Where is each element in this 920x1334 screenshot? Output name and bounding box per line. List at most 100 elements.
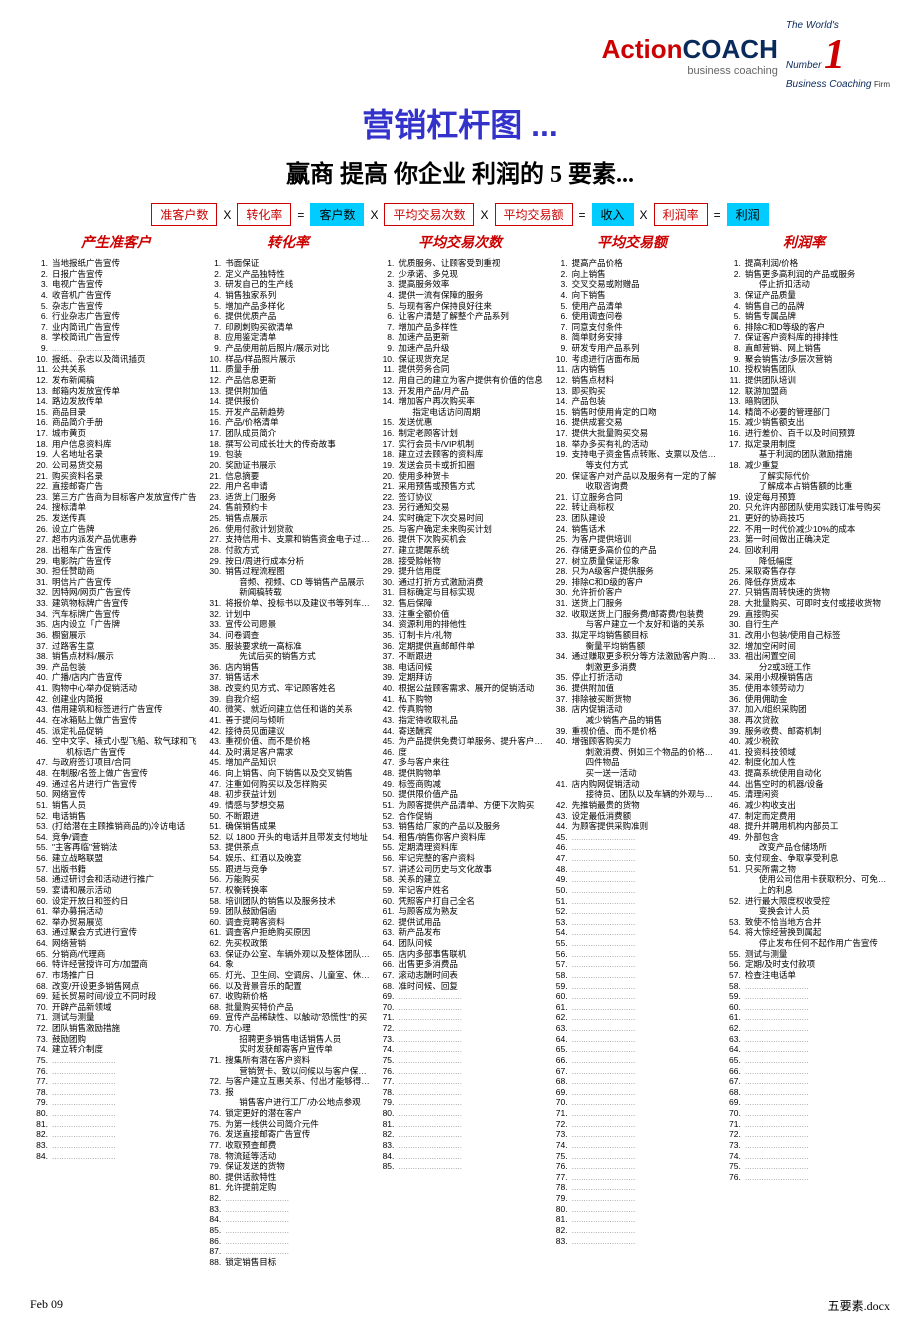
list-item: 举办贸易展览 (30, 917, 197, 928)
list-item: 用户信息资料库 (30, 439, 197, 450)
list-item: 团队销售激励措施 (30, 1023, 197, 1034)
list-item: 增加产品多样化 (203, 301, 370, 312)
list-item: 在制服/名签上做广告宣传 (30, 768, 197, 779)
list-item: 明信片广告宣传 (30, 577, 197, 588)
list-item: 等支付方式 (550, 460, 717, 471)
list-item (723, 981, 890, 992)
list-item: 多与客户来往 (376, 757, 543, 768)
list-item: 担任赞助商 (30, 566, 197, 577)
list-item: 同意支付条件 (550, 322, 717, 333)
list-item: 提供附加值 (550, 683, 717, 694)
list-item: 制定而定费用 (723, 811, 890, 822)
list-item: 电影院广告宣传 (30, 556, 197, 567)
col-avgsale: 提高产品价格向上销售交叉交易或附赠品向下销售使用产品清单使用调查问卷同意支付条件… (550, 258, 717, 1267)
list-item: 销售话术 (550, 524, 717, 535)
list-item: 再次贷款 (723, 715, 890, 726)
list-item: 保证客户对产品以及服务有一定的了解 (550, 471, 717, 482)
list-item: 销售专属品牌 (723, 311, 890, 322)
list-item (550, 1044, 717, 1055)
list-item: (打给潜在主顾推销商品的)冷访电话 (30, 821, 197, 832)
list-item: 滚动志酬时间表 (376, 970, 543, 981)
list-item: 公司易货交易 (30, 460, 197, 471)
list-item (550, 1182, 717, 1193)
list-item: 与客户建立互惠关系、付出才能够得到回 (203, 1076, 370, 1087)
list-item: 减少税款 (723, 736, 890, 747)
list-item: 用自己的建立为客户提供有价值的信息 (376, 375, 543, 386)
list-item: 先推销最贵的货物 (550, 800, 717, 811)
list-item: 减少销售额支出 (723, 417, 890, 428)
list-item: 更好的协商技巧 (723, 513, 890, 524)
list-item (550, 1119, 717, 1130)
list-item (203, 1193, 370, 1204)
list-item: 签订协议 (376, 492, 543, 503)
list-item (30, 1129, 197, 1140)
list-item: 优质服务、让顾客受到重视 (376, 258, 543, 269)
list-item (550, 981, 717, 992)
list-item: 以及背景音乐的配置 (203, 981, 370, 992)
list-item: 只允许内部团队使用实践订准号购买 (723, 502, 890, 513)
list-item: 建立转介制度 (30, 1044, 197, 1055)
list-item (30, 343, 197, 354)
list-item: 定义产品独特性 (203, 269, 370, 280)
list-item: 向下销售 (550, 290, 717, 301)
list-item: 定期/及时支付款项 (723, 959, 890, 970)
list-item: 电话销售 (30, 811, 197, 822)
list-item (376, 1034, 543, 1045)
list-item: 采取寄售存存 (723, 566, 890, 577)
list-item: 样品/样品照片展示 (203, 354, 370, 365)
list-item: 书面保证 (203, 258, 370, 269)
list-item: 提供附加值 (203, 386, 370, 397)
list-item: 度 (376, 747, 543, 758)
list-item: 测试与测量 (30, 1012, 197, 1023)
list-item: 举办募捐活动 (30, 906, 197, 917)
list-item: 根据公益顾客需求、展开的促销活动 (376, 683, 543, 694)
column-headers: 产生准客户转化率平均交易次数平均交易额利润率 (30, 232, 890, 252)
list-item: 团队建设 (550, 513, 717, 524)
list-item: 培训团队的销售以及服务技术 (203, 896, 370, 907)
list-item: 注重全额价值 (376, 609, 543, 620)
list-item: 检查注电话单 (723, 970, 890, 981)
list-item: 联游加盟商 (723, 386, 890, 397)
list-item: 锁定销售目标 (203, 1257, 370, 1268)
list-item: 刺激更多消费 (550, 662, 717, 673)
list-item: 发送传真 (30, 513, 197, 524)
list-item: 新产品发布 (376, 927, 543, 938)
list-item: 接待员见面建议 (203, 726, 370, 737)
list-item (30, 1076, 197, 1087)
list-item (723, 1161, 890, 1172)
list-item: 包装 (203, 449, 370, 460)
list-item: 存储更多高价位的产品 (550, 545, 717, 556)
list-item: 当地报纸广告宣传 (30, 258, 197, 269)
list-item: 提供优质产品 (203, 311, 370, 322)
list-item: 售前预约卡 (203, 502, 370, 513)
list-item: 关系的建立 (376, 874, 543, 885)
list-item: 创建业内简报 (30, 694, 197, 705)
list-item: 报纸、杂志以及简讯插页 (30, 354, 197, 365)
list-item: 将报价单、投标书以及建议书等列车行动 (203, 598, 370, 609)
list-item: 外部包含 (723, 832, 890, 843)
list-item: 销售话术 (203, 672, 370, 683)
list-item: 收音机广告宣传 (30, 290, 197, 301)
formula-op: X (368, 208, 380, 222)
list-item: 宣传产品稀缺性、以触动"恐慌性"的买 (203, 1012, 370, 1023)
list-item: 准时问候、回复 (376, 981, 543, 992)
list-item: 市场推广日 (30, 970, 197, 981)
list-item: 允许折价客户 (550, 587, 717, 598)
list-item: 改变/开设更多销售网点 (30, 981, 197, 992)
list-item: 过路客生意 (30, 641, 197, 652)
list-item: 了解实际代价 (723, 471, 890, 482)
list-item: 停止折扣活动 (723, 279, 890, 290)
list-item (550, 1129, 717, 1140)
list-item: 建筑物标牌广告宣传 (30, 598, 197, 609)
footer: Feb 09 五要素.docx (30, 1297, 890, 1314)
list-item: 了解成本占销售额的比重 (723, 481, 890, 492)
column-header: 利润率 (718, 232, 890, 252)
list-item: 刺激消费、例如三个物品的价格可以购买 (550, 747, 717, 758)
list-item: 延长贸易时间/设立不同时段 (30, 991, 197, 1002)
list-item: 团队问候 (376, 938, 543, 949)
list-item: 销售过程流程图 (203, 566, 370, 577)
list-item: 印刷刺购买欲清单 (203, 322, 370, 333)
list-item: 提供劳务合同 (376, 364, 543, 375)
list-item (550, 842, 717, 853)
logo-block: ActionCOACH business coaching The World'… (602, 20, 890, 90)
